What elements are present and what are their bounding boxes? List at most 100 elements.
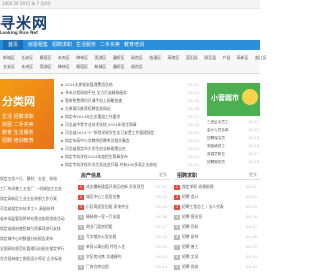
col3-item[interactable]: 8 招聘 文员 04-14 bbox=[174, 252, 260, 262]
section-col-2: 房产信息 更多 1 成交最新楼盘开发区创新 开发项目 04-21 2 城区中心三居室出… bbox=[78, 170, 170, 274]
col2-item[interactable]: 1 成交最新楼盘开发区创新 开发项目 04-21 bbox=[78, 182, 170, 192]
category-link[interactable]: 长安区 bbox=[21, 55, 33, 61]
news-item[interactable]: 保定专科学校2014年度招生简章发布 04-12 bbox=[61, 153, 201, 161]
col2-title: 房产信息 bbox=[81, 173, 102, 179]
side-list-item[interactable]: 三资企业员工 04-21 bbox=[207, 118, 260, 126]
col1-item[interactable]: 保定城中心的数据分析报告发布 bbox=[0, 234, 74, 244]
news-item[interactable]: 河北省2014“十”所院学校学生实习安置工作管理规定 04-15 bbox=[61, 129, 201, 137]
col2-item[interactable]: 8 学区房出售 交通便利 04-14 bbox=[78, 252, 170, 262]
col3-item[interactable]: 2 招聘 会计 04-20 bbox=[174, 192, 260, 202]
category-link[interactable]: 周至县 bbox=[204, 55, 216, 61]
banner-title: 分类网 bbox=[2, 95, 35, 108]
nav-item-education[interactable]: 教育培训 bbox=[124, 40, 144, 50]
category-row-1: 新城区 长安区 雁塔区 未央区 碑林区 莲湖区 灞桥区 阎良区 临潼区 高陵区 … bbox=[3, 55, 272, 61]
side-list-item[interactable]: 招聘保洁员 04-19 bbox=[207, 134, 260, 142]
banner-line: 教育 生活服务 bbox=[2, 130, 34, 136]
col1-item[interactable]: 省市场监管局将举办营业执照发放活动 bbox=[0, 214, 74, 224]
col3-item[interactable]: 4 招聘 营业员 04-18 bbox=[174, 212, 260, 222]
news-item[interactable]: 太原简历推荐招聘信息网站 04-18 bbox=[61, 105, 201, 113]
side-list-item[interactable]: 电脑维修工 04-18 bbox=[207, 142, 260, 150]
nav-item-jobs[interactable]: 招聘求职 bbox=[52, 40, 72, 50]
col1-item[interactable]: 河北省保定市技术工人 高级技师 bbox=[0, 204, 74, 214]
col1-item[interactable]: 东方园林施工图纸设计师证 企业标准 bbox=[0, 254, 74, 264]
category-link[interactable]: 未央区 bbox=[21, 64, 33, 70]
col2-item[interactable]: 7 单身公寓出租 拎包入住 04-15 bbox=[78, 242, 170, 252]
col1-item[interactable]: 全国网站规范化管理培训班在保定举行 bbox=[0, 244, 74, 254]
col2-item[interactable]: 2 城区中心三居室出售 04-20 bbox=[78, 192, 170, 202]
banner-line: 招聘 培训教育 bbox=[2, 138, 34, 144]
category-link[interactable]: 高新区 bbox=[237, 55, 249, 61]
col3-more-link[interactable]: 更多 bbox=[249, 172, 257, 178]
category-link[interactable]: 临潼区 bbox=[149, 55, 161, 61]
category-link[interactable]: 阎良区 bbox=[131, 55, 143, 61]
col3-header: 招聘求职 更多 bbox=[174, 170, 260, 180]
col2-more-link[interactable]: 更多 bbox=[159, 172, 167, 178]
ad-text: 小营超市 bbox=[211, 94, 239, 102]
dot-icon bbox=[61, 140, 63, 142]
side-list-item[interactable]: 会计人员名单 04-20 bbox=[207, 126, 260, 134]
promo-banner[interactable]: 分类网 生活 招聘求职 房屋 二手买卖 教育 生活服务 招聘 培训教育 bbox=[0, 79, 54, 149]
col3-item[interactable]: 7 招聘 普工 04-15 bbox=[174, 242, 260, 252]
category-link[interactable]: 蓝田县 bbox=[186, 55, 198, 61]
category-link[interactable]: 新城区 bbox=[94, 64, 106, 70]
category-link[interactable]: 灞桥区 bbox=[113, 64, 125, 70]
col3-item[interactable]: 6 招聘 厨师 04-16 bbox=[174, 232, 260, 242]
site-logo[interactable]: 寻米网 Looking Rice Net bbox=[0, 10, 70, 40]
news-item[interactable]: 宽带免费预约开通手机上网最快速 04-19 bbox=[61, 97, 201, 105]
side-list-item[interactable]: 招聘服务员 04-16 bbox=[207, 158, 260, 166]
nav-item-home[interactable]: 首页 bbox=[3, 40, 23, 50]
dot-icon bbox=[61, 108, 63, 110]
nav-item-house[interactable]: 房屋租售 bbox=[28, 40, 48, 50]
news-item[interactable]: 保定专科学校毕业生双选会开幕 共有200多家企业参加 04-11 bbox=[61, 161, 201, 169]
dot-icon bbox=[61, 116, 63, 118]
col3-item[interactable]: 3 招聘工程总工 / 法人代表 04-19 bbox=[174, 202, 260, 212]
news-item[interactable]: 河北省保定市大学生创业新政策出台 04-13 bbox=[61, 145, 201, 153]
category-link[interactable]: 雁塔区 bbox=[40, 55, 52, 61]
banner-line: 房屋 二手买卖 bbox=[2, 122, 34, 128]
dot-icon bbox=[61, 148, 63, 150]
category-link[interactable]: 碑林区 bbox=[76, 55, 88, 61]
nav-item-life[interactable]: 生活服务 bbox=[76, 40, 96, 50]
nav-item-secondhand[interactable]: 二手买卖 bbox=[100, 40, 120, 50]
category-link[interactable]: 灞桥区 bbox=[113, 55, 125, 61]
col2-item[interactable]: 5 商业门面房招租 04-17 bbox=[78, 222, 170, 232]
news-item[interactable]: 寻米分类网络平台 全力打造精致服务 04-20 bbox=[61, 89, 201, 97]
side-list-item[interactable]: 收银员职位 04-17 bbox=[207, 150, 260, 158]
category-link[interactable]: 新城区 bbox=[3, 55, 15, 61]
category-link[interactable]: 莲湖区 bbox=[94, 55, 106, 61]
top-bar: 1000 20 1915 年 7 月4号 bbox=[0, 0, 260, 9]
col2-header: 房产信息 更多 bbox=[78, 170, 170, 180]
col1-item[interactable]: 保定省政府就招商引资事项进行安排 bbox=[0, 224, 74, 234]
category-link[interactable]: 未央区 bbox=[58, 55, 70, 61]
col2-item[interactable]: 6 写字楼办公室出租 04-16 bbox=[78, 232, 170, 242]
category-link[interactable]: 长安区 bbox=[3, 64, 15, 70]
col2-item[interactable]: 9 厂房仓库出租 04-13 bbox=[78, 262, 170, 272]
col3-item[interactable]: 1 保定求职 经理助理 04-21 bbox=[174, 182, 260, 192]
col1-item[interactable]: 保定高新区工业企业改制工作方案 bbox=[0, 194, 74, 204]
col2-item[interactable]: 4 精装修一室一厅出租 04-18 bbox=[78, 212, 170, 222]
news-item[interactable]: 保定市高中小学教师招聘考试相关事宜 04-14 bbox=[61, 137, 201, 145]
news-item[interactable]: 河北省中等专业技术学校 2014年招生简章 04-16 bbox=[61, 121, 201, 129]
dot-icon bbox=[61, 156, 63, 158]
col1-item[interactable]: 工厂车间普工五金厂 ・机械加工五金 bbox=[0, 184, 74, 194]
news-item[interactable]: 2014太原保安管理费用总结 04-21 bbox=[61, 81, 201, 89]
col3-item[interactable]: 9 招聘 保安 04-13 bbox=[174, 262, 260, 272]
category-link[interactable]: 曲江区 bbox=[255, 55, 267, 61]
dot-icon bbox=[61, 92, 63, 94]
col3-item[interactable]: 5 招聘 司机 04-17 bbox=[174, 222, 260, 232]
category-link[interactable]: 碑林区 bbox=[58, 64, 70, 70]
category-bar: 新城区 长安区 雁塔区 未央区 碑林区 莲湖区 灞桥区 阎良区 临潼区 高陵区 … bbox=[0, 50, 267, 74]
category-link[interactable]: 高陵区 bbox=[168, 55, 180, 61]
banner-line: 生活 招聘求职 bbox=[2, 114, 34, 120]
news-item[interactable]: 保定市2014年企业重组工作要求 04-17 bbox=[61, 113, 201, 121]
col1-item[interactable]: 保定五金人行、建材、五金、机电 bbox=[0, 174, 74, 184]
category-link[interactable]: 莲湖区 bbox=[40, 64, 52, 70]
main-nav: 首页 房屋租售 招聘求职 生活服务 二手买卖 教育培训 bbox=[0, 40, 260, 50]
category-link[interactable]: 雁塔区 bbox=[76, 64, 88, 70]
category-link[interactable]: 户县 bbox=[222, 55, 230, 61]
section-col-1: 保定五金人行、建材、五金、机电 工厂车间普工五金厂 ・机械加工五金 保定高新区工… bbox=[0, 170, 74, 274]
dot-icon bbox=[61, 132, 63, 134]
col2-item[interactable]: 3 小区两居室出租 家电齐全 04-19 bbox=[78, 202, 170, 212]
ad-banner[interactable]: 小营超市 bbox=[207, 83, 260, 116]
category-link[interactable]: 阎良区 bbox=[131, 64, 143, 70]
